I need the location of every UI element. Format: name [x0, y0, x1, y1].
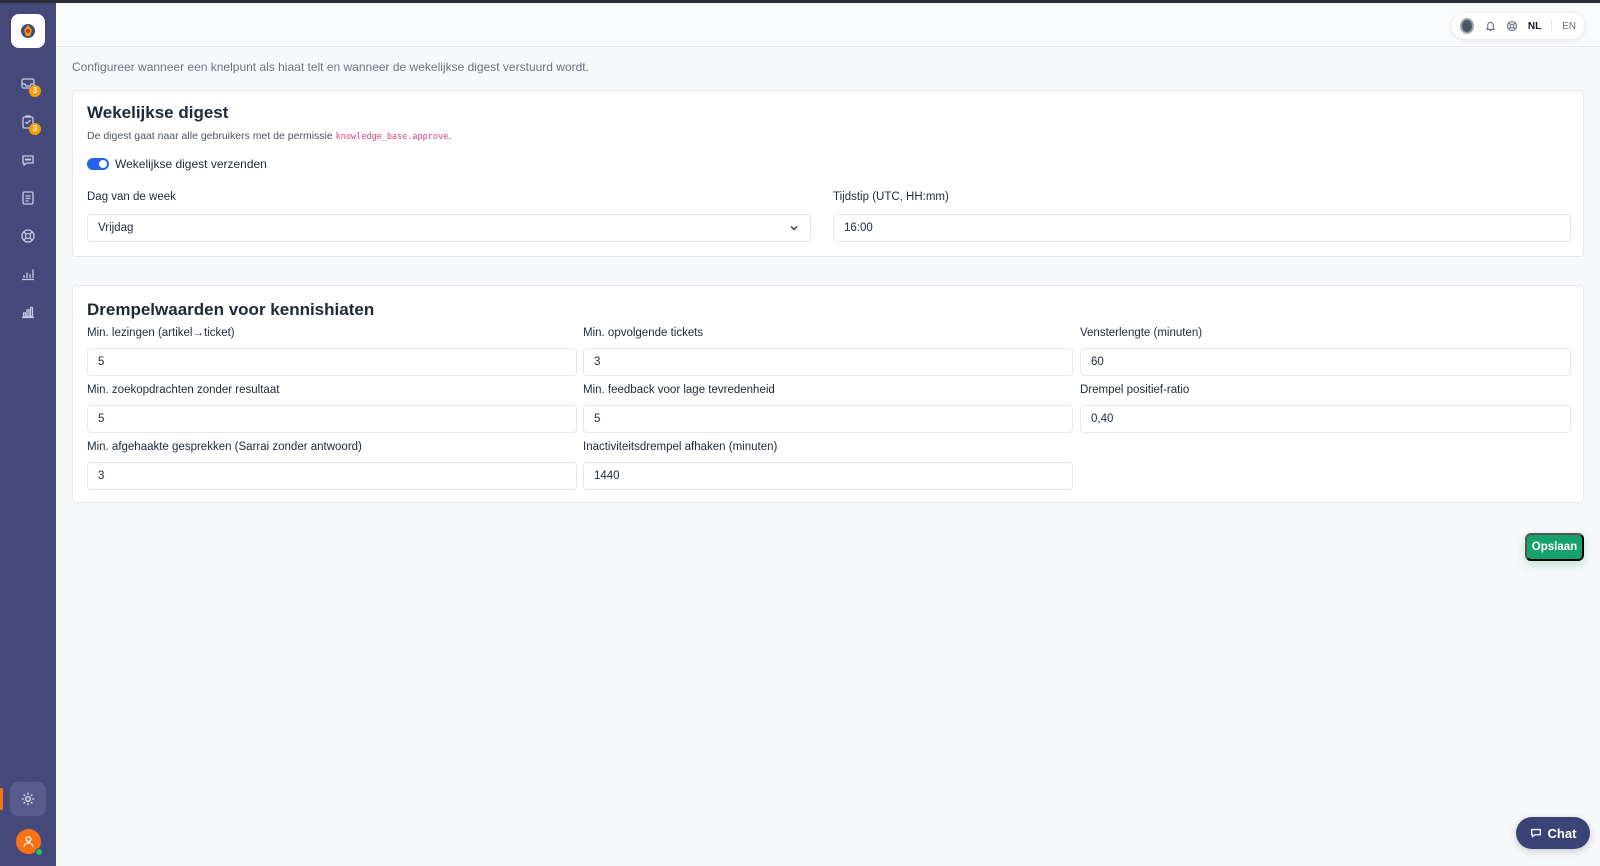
digest-toggle[interactable]	[87, 158, 109, 170]
day-of-week-select[interactable]: Vrijdag	[87, 214, 811, 242]
chat-bubble-icon	[22, 155, 34, 167]
window-length-label: Vensterlengte (minuten)	[1080, 327, 1203, 339]
min-abandoned-value: 3	[98, 470, 105, 482]
digest-description-end: .	[448, 130, 452, 142]
toggle-knob	[99, 160, 107, 168]
inactivity-threshold-label: Inactiviteitsdrempel afhaken (minuten)	[583, 441, 778, 453]
sidebar-item-support[interactable]	[14, 222, 42, 250]
min-low-feedback-value: 5	[594, 413, 601, 425]
document-icon	[22, 191, 34, 205]
window-length-input[interactable]: 60	[1080, 348, 1571, 376]
sidebar-item-inbox[interactable]: 3	[14, 70, 42, 98]
positive-ratio-value: 0,40	[1091, 413, 1114, 425]
min-empty-searches-label: Min. zoekopdrachten zonder resultaat	[87, 384, 280, 396]
sidebar: 3 3	[0, 3, 56, 866]
digest-toggle-label: Wekelijkse digest verzenden	[115, 157, 267, 171]
top-header: NL EN	[56, 3, 1600, 47]
online-status-dot	[35, 848, 43, 856]
active-nav-marker	[0, 788, 3, 810]
user-avatar[interactable]	[16, 829, 43, 856]
chart-icon	[22, 269, 34, 281]
time-input[interactable]: 16:00	[833, 214, 1571, 242]
digest-description-text: De digest gaat naar alle gebruikers met …	[87, 130, 333, 142]
time-label: Tijdstip (UTC, HH:mm)	[833, 191, 949, 203]
app-logo[interactable]	[11, 14, 45, 48]
digest-title: Wekelijkse digest	[87, 103, 229, 122]
bell-icon[interactable]	[1484, 19, 1496, 33]
positive-ratio-label: Drempel positief-ratio	[1080, 384, 1190, 396]
min-followup-tickets-label: Min. opvolgende tickets	[583, 327, 704, 339]
min-reads-input[interactable]: 5	[87, 348, 577, 376]
min-reads-value: 5	[98, 356, 105, 368]
min-empty-searches-value: 5	[98, 413, 105, 425]
min-empty-searches-input[interactable]: 5	[87, 405, 577, 433]
sidebar-item-conversations[interactable]	[14, 146, 42, 174]
min-abandoned-input[interactable]: 3	[87, 462, 577, 490]
sidebar-item-analytics[interactable]	[14, 260, 42, 288]
nav-badge: 3	[29, 85, 41, 97]
positive-ratio-input[interactable]: 0,40	[1080, 405, 1571, 433]
bar-chart-icon	[22, 306, 34, 319]
user-icon	[23, 836, 34, 847]
inactivity-threshold-value: 1440	[594, 470, 620, 482]
page-intro: Configureer wanneer een knelpunt als hia…	[72, 60, 589, 74]
help-lifebuoy-icon[interactable]	[1506, 19, 1518, 33]
digest-card: Wekelijkse digest De digest gaat naar al…	[72, 90, 1584, 257]
permission-code: knowledge_base.approve	[335, 132, 449, 142]
sidebar-item-knowledge-base[interactable]	[14, 184, 42, 212]
window-length-value: 60	[1091, 356, 1104, 368]
gear-icon	[21, 792, 35, 806]
thresholds-title: Drempelwaarden voor kennishiaten	[87, 300, 375, 319]
chevron-down-icon	[790, 225, 798, 231]
save-button[interactable]: Opslaan	[1525, 533, 1584, 561]
sidebar-item-reports[interactable]	[14, 298, 42, 326]
time-value: 16:00	[844, 222, 873, 234]
theme-toggle[interactable]	[1460, 18, 1475, 34]
min-low-feedback-input[interactable]: 5	[583, 405, 1073, 433]
chat-button-label: Chat	[1547, 825, 1577, 841]
min-followup-tickets-input[interactable]: 3	[583, 348, 1073, 376]
sidebar-item-settings[interactable]	[10, 782, 46, 816]
day-of-week-value: Vrijdag	[98, 222, 134, 234]
min-low-feedback-label: Min. feedback voor lage tevredenheid	[583, 384, 775, 396]
digest-toggle-row[interactable]: Wekelijkse digest verzenden	[87, 157, 267, 171]
language-en-button[interactable]: EN	[1562, 21, 1576, 32]
min-followup-tickets-value: 3	[594, 356, 601, 368]
min-abandoned-label: Min. afgehaakte gesprekken (Sarrai zonde…	[87, 441, 362, 453]
inactivity-threshold-input[interactable]: 1440	[583, 462, 1073, 490]
thresholds-card: Drempelwaarden voor kennishiaten Min. le…	[72, 285, 1584, 503]
chat-button[interactable]: Chat	[1516, 817, 1590, 849]
digest-description: De digest gaat naar alle gebruikers met …	[87, 130, 451, 142]
sidebar-item-tasks[interactable]: 3	[14, 108, 42, 136]
language-nl-button[interactable]: NL	[1528, 21, 1541, 32]
language-divider	[1551, 20, 1553, 32]
chat-icon	[1530, 828, 1541, 838]
day-of-week-label: Dag van de week	[87, 191, 176, 203]
min-reads-label: Min. lezingen (artikel→ticket)	[87, 327, 235, 339]
nav-badge: 3	[29, 123, 41, 135]
logo-icon	[21, 24, 35, 38]
lifebuoy-icon	[21, 229, 35, 243]
header-controls: NL EN	[1452, 13, 1584, 39]
